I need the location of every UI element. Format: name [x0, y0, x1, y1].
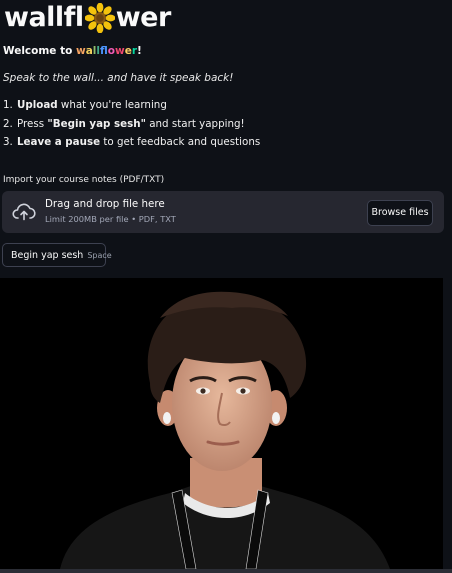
step-item: 1. Upload what you're learning	[3, 96, 260, 115]
dropzone-limit: Limit 200MB per file • PDF, TXT	[45, 214, 176, 224]
begin-button-label: Begin yap sesh	[11, 250, 84, 261]
step-number: 1.	[3, 99, 13, 111]
keyboard-shortcut-hint: Space	[87, 251, 112, 260]
brand-letter: a	[85, 45, 93, 57]
step-text: to get feedback and questions	[100, 136, 261, 148]
app-title: wallfl wer	[4, 2, 171, 33]
step-pre: Press	[17, 117, 48, 130]
begin-yap-sesh-button[interactable]: Begin yap sesh Space	[2, 243, 112, 267]
step-number: 2.	[3, 117, 13, 130]
brand-letter: f	[100, 45, 108, 57]
browse-files-button[interactable]: Browse files	[367, 200, 433, 226]
webcam-person-image	[0, 278, 443, 569]
step-text: and start yapping!	[145, 117, 245, 130]
brand-letter: w	[115, 45, 125, 57]
horizontal-scrollbar[interactable]	[0, 569, 452, 573]
step-item: 3. Leave a pause to get feedback and ques…	[3, 133, 260, 152]
welcome-suffix: !	[137, 45, 142, 57]
brand-letter: e	[124, 45, 132, 57]
upload-label: Import your course notes (PDF/TXT)	[3, 175, 165, 185]
webcam-feed	[0, 278, 443, 569]
step-bold: Leave a pause	[17, 136, 101, 148]
welcome-text: Welcome to wallflower!	[3, 45, 142, 57]
step-text: what you're learning	[57, 99, 167, 111]
file-dropzone[interactable]: Drag and drop file here Limit 200MB per …	[2, 191, 444, 233]
app-title-suffix: wer	[115, 2, 172, 33]
cloud-upload-icon	[12, 203, 36, 221]
welcome-prefix: Welcome to	[3, 45, 76, 57]
steps-list: 1. Upload what you're learning 2. Press "B…	[3, 96, 260, 152]
dropzone-title: Drag and drop file here	[45, 198, 165, 210]
app-title-prefix: wallfl	[4, 2, 84, 33]
brand-name: wallflower	[76, 45, 137, 57]
step-bold: Upload	[17, 99, 58, 111]
brand-letter: o	[107, 45, 116, 57]
brand-letter: w	[75, 45, 86, 57]
step-item: 2. Press "Begin yap sesh" and start yappi…	[3, 115, 260, 134]
sunflower-icon	[84, 2, 115, 33]
tagline: Speak to the wall... and have it speak b…	[3, 72, 234, 84]
step-bold: "Begin yap sesh"	[47, 117, 146, 130]
step-number: 3.	[3, 136, 13, 148]
